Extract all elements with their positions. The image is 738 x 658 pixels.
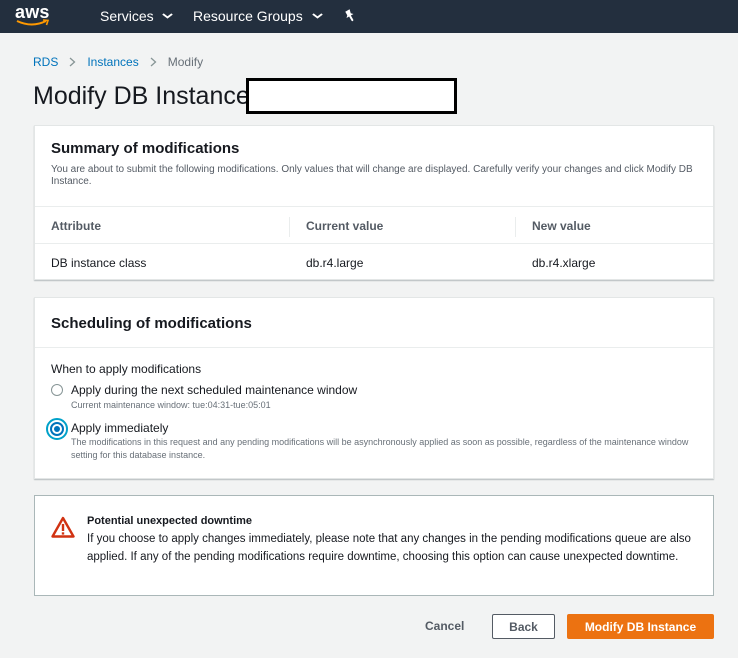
- cell-current-value: db.r4.large: [306, 256, 364, 270]
- table-row: DB instance class db.r4.large db.r4.xlar…: [35, 244, 713, 280]
- option-apply-immediately-description: The modifications in this request and an…: [71, 437, 689, 460]
- warning-body: If you choose to apply changes immediate…: [87, 533, 691, 563]
- redacted-instance-name: [246, 78, 457, 114]
- services-menu[interactable]: Services: [100, 8, 173, 24]
- cell-new-value: db.r4.xlarge: [532, 256, 596, 270]
- column-divider: [515, 217, 516, 237]
- when-to-apply-label: When to apply modifications: [51, 362, 202, 376]
- option-apply-immediately-label[interactable]: Apply immediately: [71, 421, 168, 435]
- warning-title: Potential unexpected downtime: [87, 515, 253, 527]
- pushpin-icon[interactable]: [343, 9, 357, 23]
- radio-apply-immediately[interactable]: [50, 422, 64, 436]
- scheduling-header: Scheduling of modifications: [35, 298, 713, 348]
- aws-smile-icon: [16, 19, 50, 26]
- summary-header: Summary of modifications You are about t…: [35, 126, 713, 188]
- summary-panel: Summary of modifications You are about t…: [34, 125, 714, 280]
- column-header-new: New value: [532, 219, 591, 233]
- top-nav: aws Services Resource Groups: [0, 0, 738, 33]
- resource-groups-label: Resource Groups: [193, 8, 303, 24]
- column-header-current: Current value: [306, 219, 384, 233]
- chevron-down-icon: [161, 13, 173, 19]
- page-title: Modify DB Instance:: [33, 82, 257, 110]
- chevron-right-icon: [69, 57, 76, 67]
- resource-groups-menu[interactable]: Resource Groups: [193, 8, 323, 24]
- chevron-right-icon: [150, 57, 157, 67]
- breadcrumb: RDS Instances Modify: [33, 55, 203, 69]
- option-maintenance-window-label[interactable]: Apply during the next scheduled maintena…: [71, 383, 357, 397]
- chevron-down-icon: [311, 13, 323, 19]
- option-maintenance-window-description: Current maintenance window: tue:04:31-tu…: [71, 400, 271, 410]
- breadcrumb-instances[interactable]: Instances: [87, 55, 138, 69]
- modify-db-instance-button[interactable]: Modify DB Instance: [567, 614, 714, 639]
- breadcrumb-rds[interactable]: RDS: [33, 55, 58, 69]
- scheduling-title: Scheduling of modifications: [51, 315, 252, 332]
- warning-triangle-icon: [51, 516, 75, 538]
- downtime-warning: Potential unexpected downtime If you cho…: [34, 495, 714, 596]
- cancel-button[interactable]: Cancel: [421, 614, 468, 638]
- column-divider: [289, 217, 290, 237]
- scheduling-panel: Scheduling of modifications When to appl…: [34, 297, 714, 479]
- aws-logo[interactable]: aws: [15, 3, 55, 29]
- column-header-attribute: Attribute: [51, 219, 101, 233]
- summary-description: You are about to submit the following mo…: [51, 164, 693, 187]
- breadcrumb-modify: Modify: [167, 55, 204, 69]
- table-header: Attribute Current value New value: [35, 206, 713, 244]
- modifications-table: Attribute Current value New value DB ins…: [35, 206, 713, 280]
- back-button[interactable]: Back: [492, 614, 555, 639]
- services-label: Services: [100, 8, 154, 24]
- cell-attribute: DB instance class: [51, 256, 147, 270]
- summary-title: Summary of modifications: [51, 140, 240, 157]
- radio-maintenance-window[interactable]: [51, 384, 63, 396]
